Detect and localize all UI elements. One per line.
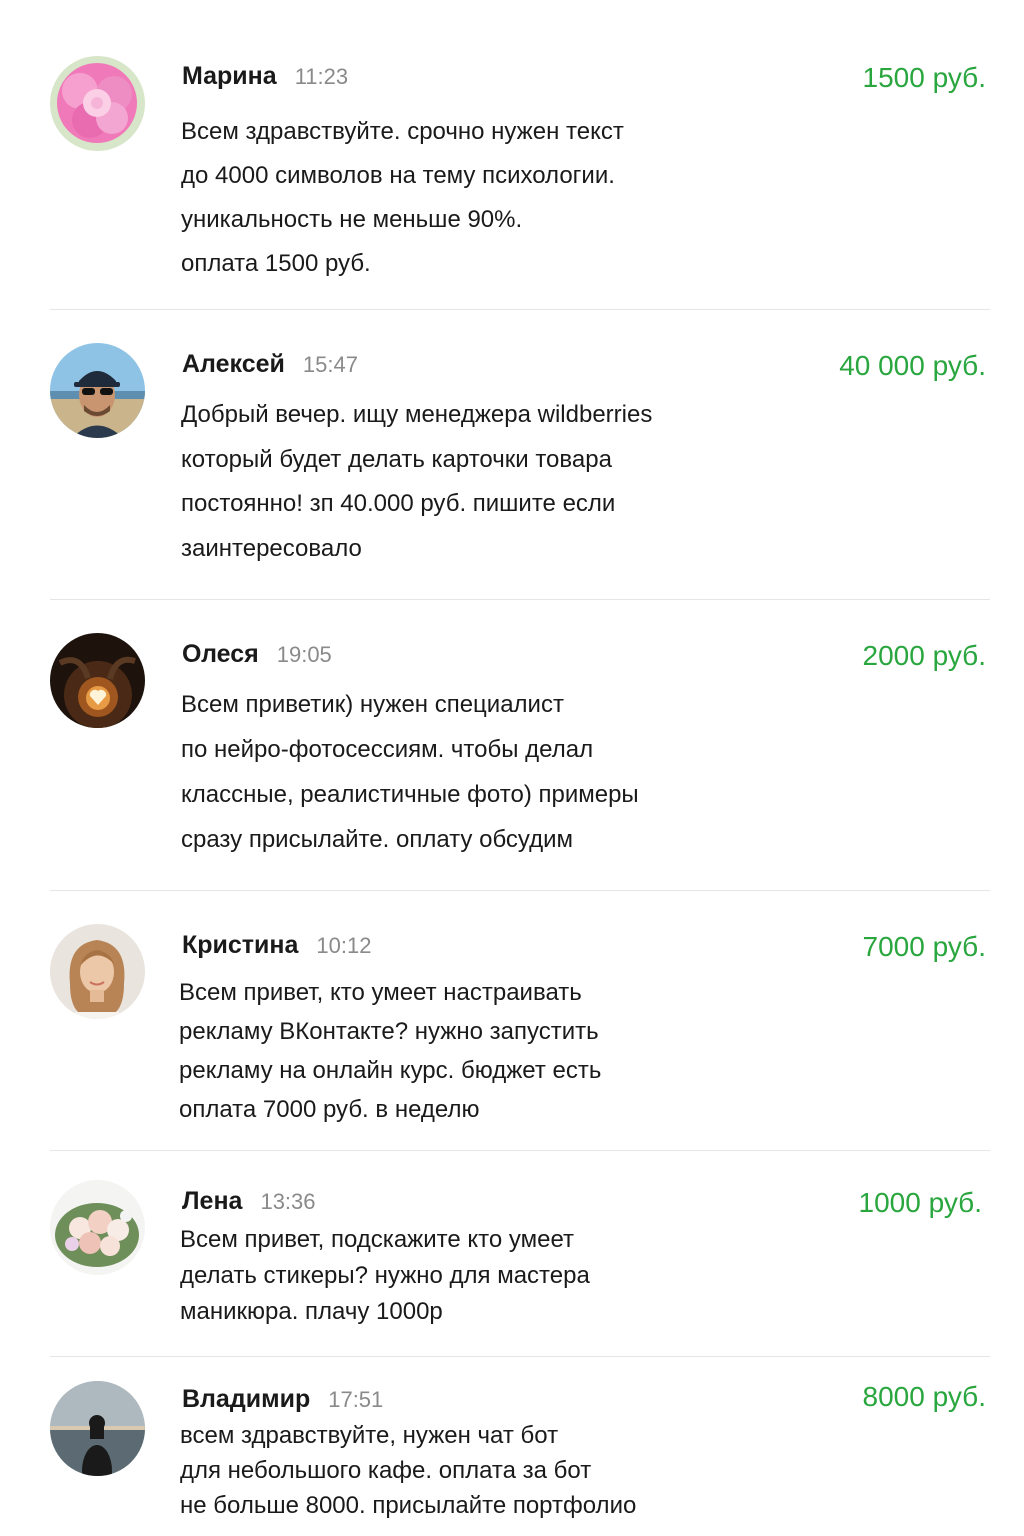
message-line: Всем приветик) нужен специалист — [181, 691, 564, 718]
man-in-cap-icon — [50, 343, 145, 438]
message-line: Всем здравствуйте. срочно нужен текст — [181, 118, 624, 145]
message-line: по нейро-фотосессиям. чтобы делал — [181, 736, 594, 763]
price-label: 1000 руб. — [858, 1187, 982, 1218]
message-line: уникальность не меньше 90%. — [181, 206, 523, 233]
message-line: для небольшого кафе. оплата за бот — [180, 1457, 592, 1484]
message-line: классные, реалистичные фото) примеры — [181, 781, 639, 808]
peony-flower-icon — [50, 56, 145, 151]
price-label: 1500 руб. — [862, 62, 986, 93]
author-name[interactable]: Олеся — [182, 640, 259, 668]
message-line: который будет делать карточки товара — [181, 445, 612, 473]
message-text: Всем привет, кто умеет настраивать рекла… — [179, 973, 799, 1129]
message-line: Всем привет, подскажите кто умеет — [180, 1226, 574, 1253]
message-time: 10:12 — [316, 933, 372, 958]
rose-bouquet-icon — [50, 1180, 145, 1275]
message-text: Всем приветик) нужен специалист по нейро… — [181, 682, 801, 862]
price-label: 40 000 руб. — [839, 350, 986, 381]
author-name[interactable]: Лена — [182, 1187, 242, 1215]
author-name[interactable]: Кристина — [182, 931, 298, 959]
message-text: Всем привет, подскажите кто умеет делать… — [180, 1222, 800, 1330]
message-text: Добрый вечер. ищу менеджера wildberries … — [181, 393, 801, 571]
sea-silhouette-icon — [50, 1381, 145, 1476]
message-text: всем здравствуйте, нужен чат бот для неб… — [180, 1418, 800, 1523]
message-line: рекламу ВКонтакте? нужно запустить — [179, 1018, 599, 1045]
price-label: 7000 руб. — [862, 931, 986, 962]
divider — [50, 890, 990, 891]
price-label: 2000 руб. — [862, 640, 986, 671]
price-label: 8000 руб. — [862, 1381, 986, 1412]
divider — [50, 1356, 990, 1357]
message-line: маникюра. плачу 1000р — [180, 1298, 443, 1325]
message-line: всем здравствуйте, нужен чат бот — [180, 1422, 559, 1449]
avatar[interactable] — [50, 924, 145, 1019]
message-line: оплата 1500 руб. — [181, 250, 371, 277]
message-line: не больше 8000. присылайте портфолио — [180, 1492, 637, 1519]
message-time: 13:36 — [260, 1189, 316, 1214]
divider — [50, 309, 990, 310]
message-line: заинтересовало — [181, 534, 362, 562]
author-name[interactable]: Марина — [182, 62, 277, 90]
message-line: оплата 7000 руб. в неделю — [179, 1096, 480, 1123]
avatar[interactable] — [50, 1180, 145, 1275]
message-time: 15:47 — [302, 352, 358, 377]
heart-candle-icon — [50, 633, 145, 728]
message-time: 17:51 — [328, 1387, 384, 1412]
avatar[interactable] — [50, 56, 145, 151]
author-name[interactable]: Алексей — [182, 350, 285, 378]
message-text: Всем здравствуйте. срочно нужен текст до… — [181, 110, 801, 286]
message-line: Всем привет, кто умеет настраивать — [179, 979, 582, 1006]
divider — [50, 1150, 990, 1151]
avatar[interactable] — [50, 633, 145, 728]
avatar[interactable] — [50, 343, 145, 438]
author-name[interactable]: Владимир — [182, 1385, 310, 1413]
divider — [50, 599, 990, 600]
message-line: Добрый вечер. ищу менеджера wildberries — [181, 401, 653, 428]
message-time: 19:05 — [276, 642, 332, 667]
avatar[interactable] — [50, 1381, 145, 1476]
message-time: 11:23 — [294, 64, 349, 89]
message-line: до 4000 символов на тему психологии. — [181, 162, 615, 189]
message-line: сразу присылайте. оплату обсудим — [181, 826, 574, 853]
message-line: постоянно! зп 40.000 руб. пишите если — [181, 490, 616, 517]
woman-portrait-icon — [50, 924, 145, 1019]
message-line: делать стикеры? нужно для мастера — [180, 1262, 590, 1289]
message-line: рекламу на онлайн курс. бюджет есть — [179, 1057, 602, 1084]
